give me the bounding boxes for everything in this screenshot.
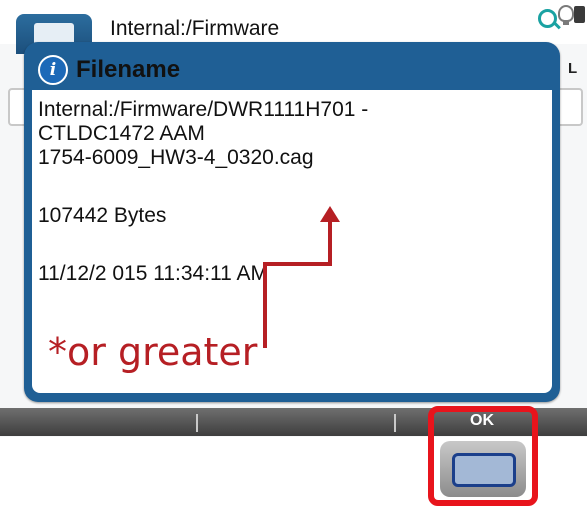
- annotation-arrow-head-icon: [320, 206, 340, 222]
- file-size: 107442 Bytes: [38, 204, 167, 227]
- bulb-icon: [558, 5, 574, 25]
- calculator-icon[interactable]: [574, 6, 585, 23]
- annotation-connector-horizontal: [263, 262, 332, 266]
- file-path-line-1: Internal:/Firmware/DWR1111H701 -: [38, 98, 369, 121]
- title-bar: Internal:/Firmware: [0, 0, 587, 54]
- dialog-title: Filename: [76, 56, 181, 83]
- info-icon: i: [38, 55, 68, 85]
- search-icon[interactable]: [538, 9, 557, 28]
- softkey-divider: [196, 414, 198, 432]
- file-path-line-2: CTLDC1472 AAM: [38, 122, 205, 145]
- annotation-text: *or greater: [48, 330, 258, 374]
- softkey-divider: [394, 414, 396, 432]
- annotation-arrow-shaft: [328, 220, 332, 264]
- file-timestamp: 11/12/2 015 11:34:11 AM: [38, 262, 269, 285]
- status-icons: [536, 3, 586, 28]
- path-title: Internal:/Firmware: [110, 17, 280, 40]
- dialog-header: i Filename: [24, 42, 560, 90]
- file-path-line-3: 1754-6009_HW3-4_0320.cag: [38, 146, 314, 169]
- ok-callout-highlight: [428, 406, 538, 506]
- device-screen: Internal:/Firmware L i Filename Internal…: [0, 0, 587, 437]
- background-label: L: [568, 60, 578, 77]
- annotation-connector-vertical: [263, 262, 267, 348]
